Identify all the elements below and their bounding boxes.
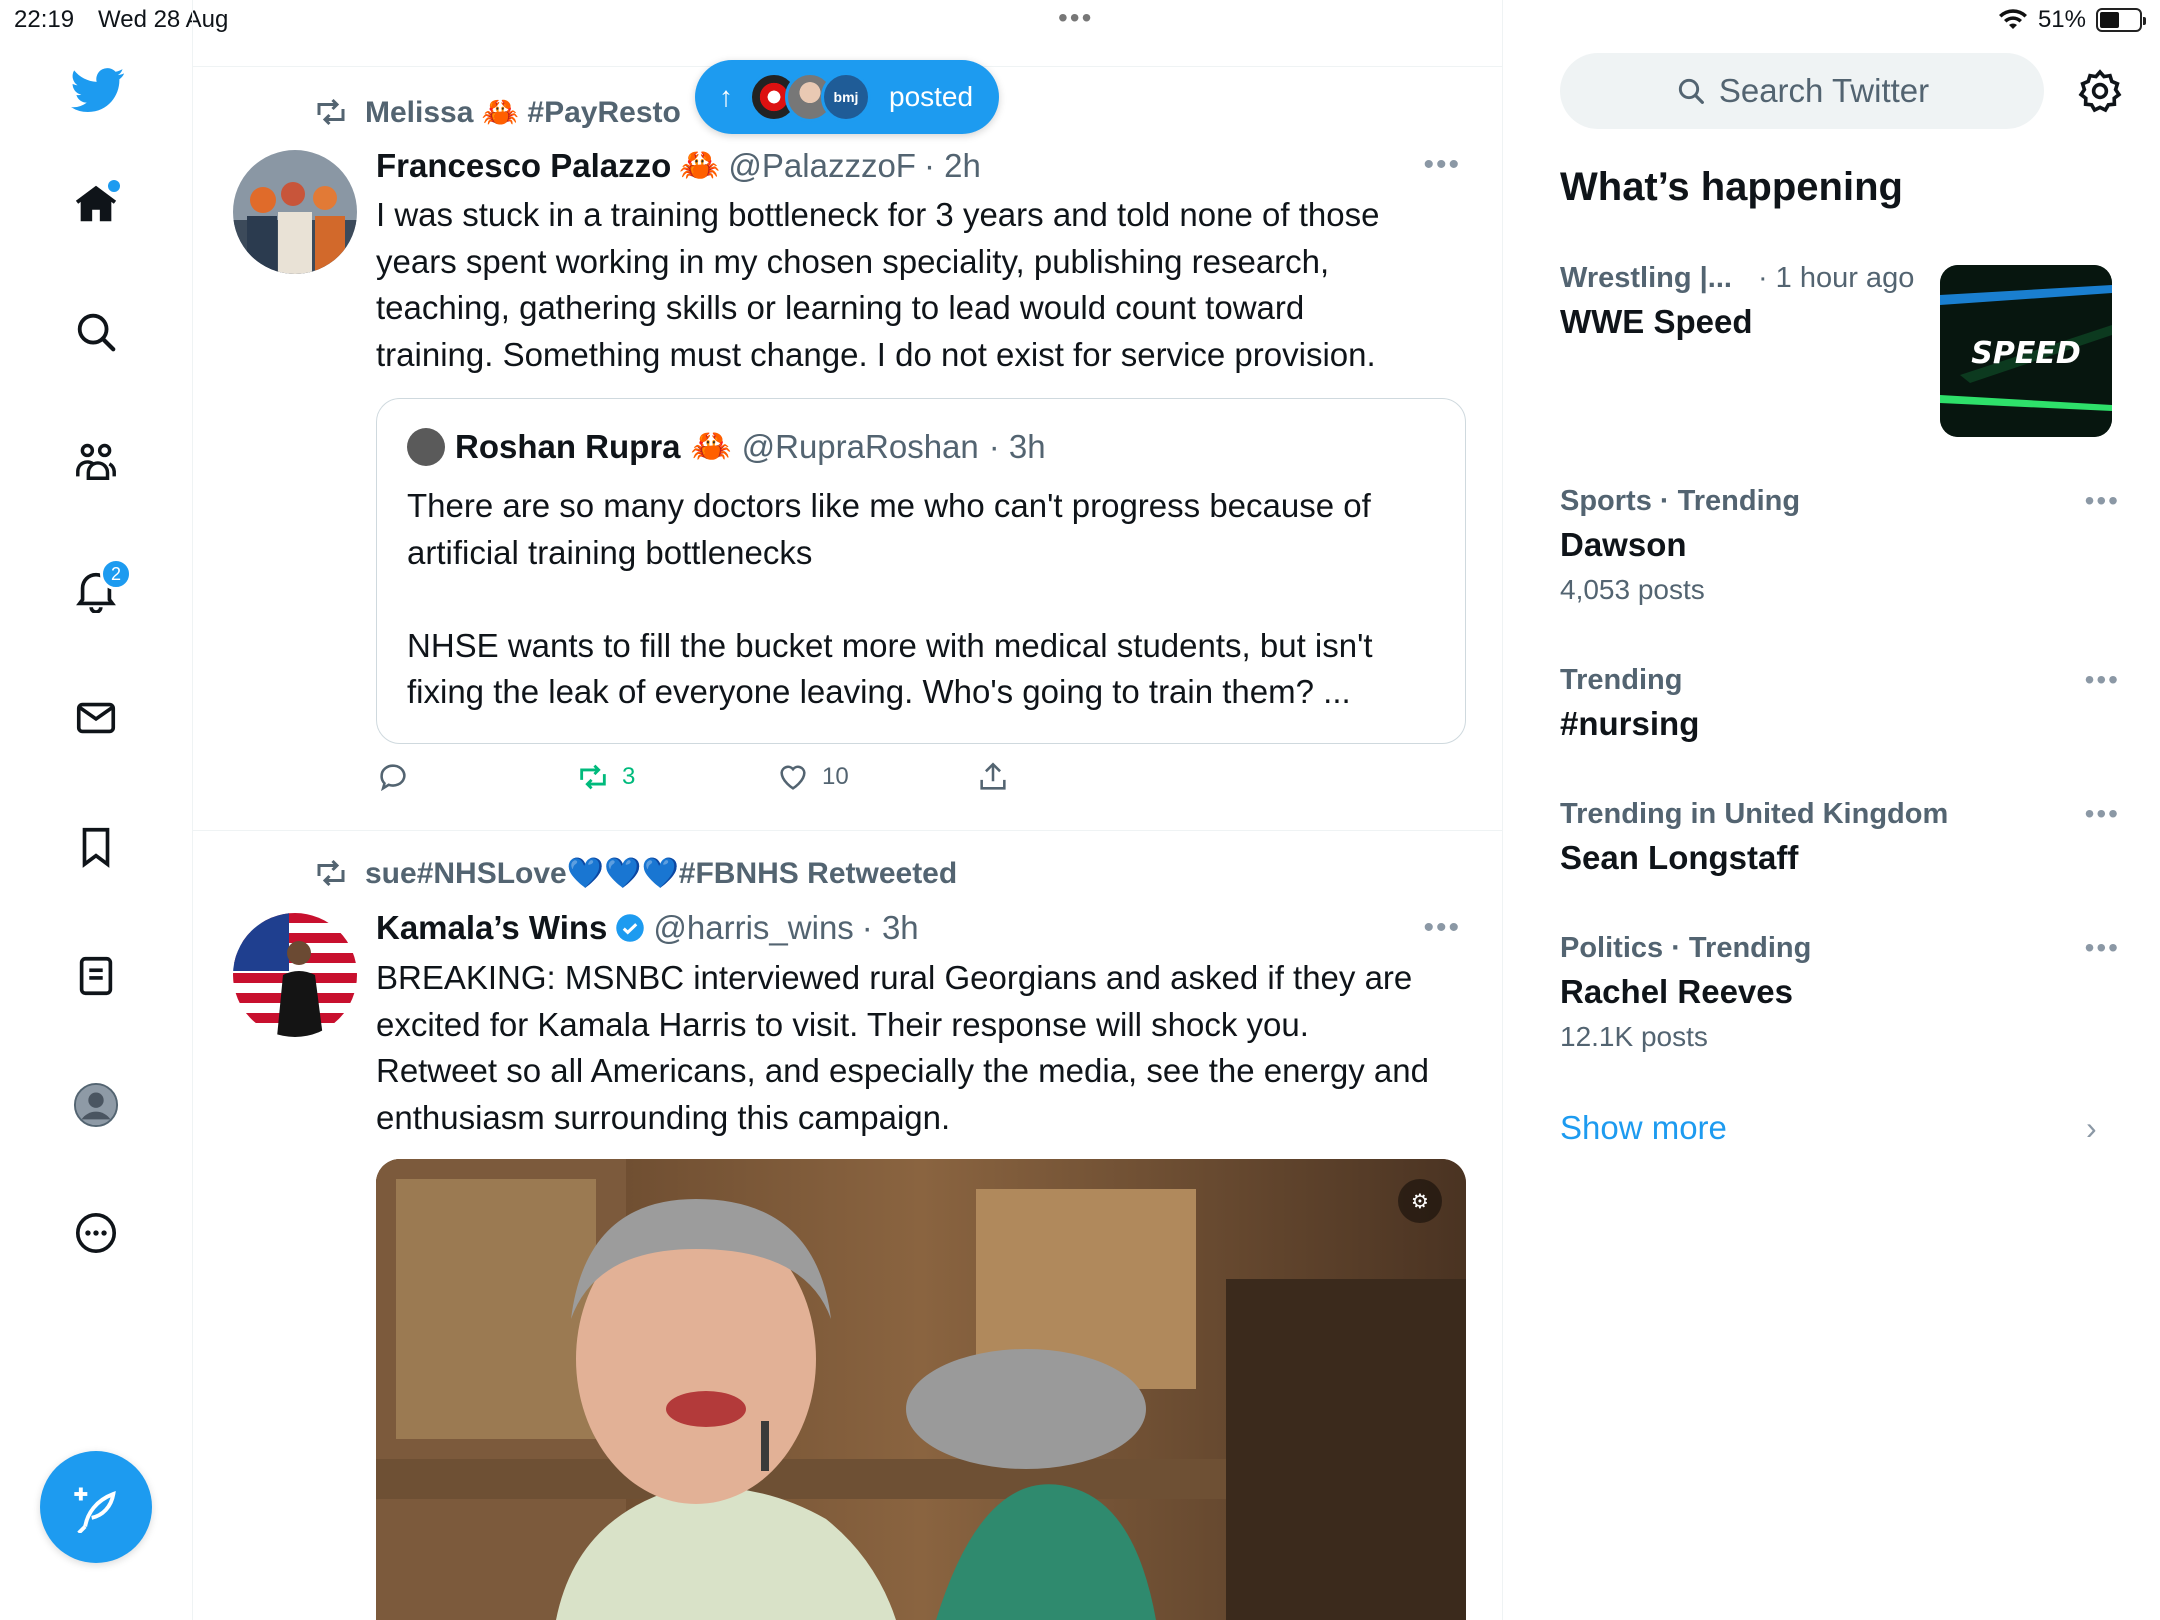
home-icon[interactable] — [66, 174, 126, 234]
trend-time: · 1 hour ago — [1757, 262, 1915, 294]
bmj-logo-text: bmj — [833, 89, 859, 105]
bookmarks-icon[interactable] — [66, 817, 126, 877]
poster-avatar-bmj: bmj — [821, 72, 871, 122]
retweet-context[interactable]: Melissa 🦀 #PayResto — [313, 94, 681, 130]
trend-category: Sports · Trending — [1560, 485, 1801, 517]
name-emoji: 🦀 — [679, 146, 721, 183]
home-unread-dot — [108, 180, 120, 192]
tweet-text: I was stuck in a training bottleneck for… — [376, 196, 1380, 373]
author-name[interactable]: Kamala’s Wins — [376, 909, 607, 947]
quote-header: Roshan Rupra 🦀 @RupraRoshan · 3h — [407, 427, 1046, 466]
retweeted-by: sue#NHSLove💙💙💙#FBNHS Retweeted — [365, 856, 958, 890]
trend-more-icon[interactable]: ••• — [2085, 798, 2120, 830]
trend-more-icon[interactable]: ••• — [2085, 932, 2120, 964]
author-name[interactable]: Francesco Palazzo — [376, 147, 671, 185]
like-button[interactable]: 10 — [776, 760, 849, 794]
tweet[interactable]: Melissa 🦀 #PayResto Francesco Palazzo 🦀 … — [193, 66, 1503, 830]
video-settings-icon[interactable]: ⚙ — [1398, 1179, 1442, 1223]
heart-icon — [780, 765, 806, 790]
trend-name: Rachel Reeves — [1560, 973, 1793, 1010]
new-posts-pill[interactable]: ↑ bmj posted — [695, 60, 1000, 134]
reply-button[interactable] — [376, 760, 410, 794]
settings-gear-icon[interactable] — [2076, 67, 2124, 115]
twitter-logo-icon[interactable] — [68, 60, 128, 120]
trend-post-count: 12.1K posts — [1560, 1021, 1708, 1052]
search-placeholder: Search Twitter — [1718, 72, 1930, 109]
chevron-right-icon[interactable]: › — [2086, 1110, 2097, 1147]
tweet-more-icon[interactable]: ••• — [1423, 911, 1461, 945]
author-handle[interactable]: @harris_wins — [653, 909, 853, 947]
trend-name: Sean Longstaff — [1560, 839, 1799, 876]
whats-happening-title: What’s happening — [1560, 165, 1903, 209]
like-count: 10 — [822, 763, 849, 790]
reply-icon — [380, 764, 406, 792]
messages-mail-icon[interactable] — [66, 688, 126, 748]
tweet[interactable]: sue#NHSLove💙💙💙#FBNHS Retweeted Kamala’s … — [193, 831, 1503, 1620]
retweet-icon — [317, 859, 345, 887]
retweeted-by: Melissa 🦀 #PayResto — [365, 95, 681, 129]
retweet-icon — [580, 764, 606, 790]
tweet-time[interactable]: · 3h — [862, 909, 919, 947]
compose-feather-icon — [74, 1487, 116, 1533]
trend-item[interactable]: Politics · Trending Rachel Reeves 12.1K … — [1560, 932, 2120, 1053]
compose-tweet-button[interactable] — [40, 1451, 152, 1563]
quote-time: · 3h — [988, 427, 1046, 465]
tweet-more-icon[interactable]: ••• — [1423, 148, 1461, 182]
trend-category: Wrestling |... — [1560, 262, 1732, 294]
new-posts-avatars: bmj — [749, 72, 871, 122]
trend-category: Trending — [1560, 664, 1683, 696]
show-more-link[interactable]: Show more — [1560, 1109, 1727, 1147]
trend-item[interactable]: Trending #nursing ••• — [1560, 664, 2120, 743]
author-handle[interactable]: @PalazzzoF — [728, 147, 916, 185]
share-icon — [980, 762, 1006, 790]
search-input[interactable]: Search Twitter — [1560, 53, 2044, 129]
quote-author-handle: @RupraRoshan — [741, 427, 979, 465]
quote-text: There are so many doctors like me who ca… — [407, 487, 1373, 710]
quote-name-emoji: 🦀 — [690, 427, 732, 464]
communities-icon[interactable] — [66, 431, 126, 491]
trend-post-count: 4,053 posts — [1560, 574, 1705, 605]
trend-thumbnail-text: SPEED — [1971, 336, 2080, 371]
search-icon — [1678, 78, 1704, 104]
trend-name: #nursing — [1560, 705, 1700, 742]
lists-icon[interactable] — [66, 946, 126, 1006]
notifications-bell-icon[interactable]: 2 — [66, 558, 132, 620]
trend-thumbnail[interactable]: SPEED — [1940, 265, 2112, 437]
quote-author-avatar — [407, 427, 445, 466]
tweet-text: BREAKING: MSNBC interviewed rural Georgi… — [376, 959, 1429, 1136]
tweet-header: Francesco Palazzo 🦀 @PalazzzoF · 2h — [376, 146, 981, 185]
retweet-button[interactable]: 3 — [576, 760, 635, 794]
trend-more-icon[interactable]: ••• — [2085, 664, 2120, 696]
profile-avatar-icon[interactable] — [66, 1075, 126, 1135]
quoted-tweet[interactable]: Roshan Rupra 🦀 @RupraRoshan · 3h There a… — [376, 398, 1466, 744]
right-sidebar: Search Twitter What’s happening Wrestlin… — [1504, 0, 2160, 1620]
trend-category: Politics · Trending — [1560, 932, 1812, 964]
tweet-actions: 3 10 — [376, 760, 1276, 800]
tweet-header: Kamala’s Wins @harris_wins · 3h — [376, 909, 919, 947]
retweet-context[interactable]: sue#NHSLove💙💙💙#FBNHS Retweeted — [313, 855, 957, 891]
new-posts-label: posted — [889, 81, 974, 112]
explore-search-icon[interactable] — [66, 302, 126, 362]
author-avatar[interactable] — [233, 913, 357, 1037]
left-navigation: 2 — [0, 0, 193, 1620]
notifications-badge: 2 — [100, 558, 132, 590]
arrow-up-icon: ↑ — [719, 81, 733, 112]
trend-category: Trending in United Kingdom — [1560, 798, 1949, 830]
quote-author-name: Roshan Rupra — [455, 427, 681, 465]
verified-badge-icon — [616, 914, 645, 942]
trend-item[interactable]: Sports · Trending Dawson 4,053 posts ••• — [1560, 485, 2120, 606]
retweet-count: 3 — [622, 763, 636, 790]
timeline: ↑ bmj posted Melissa 🦀 #PayResto Frances… — [193, 0, 1503, 1620]
retweet-icon — [317, 98, 345, 126]
trend-item[interactable]: Trending in United Kingdom Sean Longstaf… — [1560, 798, 2120, 877]
trend-name: Dawson — [1560, 526, 1687, 563]
tweet-time[interactable]: · 2h — [924, 147, 981, 185]
tweet-video[interactable]: ⚙ — [376, 1159, 1466, 1620]
more-options-icon[interactable] — [66, 1203, 126, 1263]
author-avatar[interactable] — [233, 150, 357, 274]
trend-more-icon[interactable]: ••• — [2085, 485, 2120, 517]
share-button[interactable] — [976, 760, 1010, 794]
